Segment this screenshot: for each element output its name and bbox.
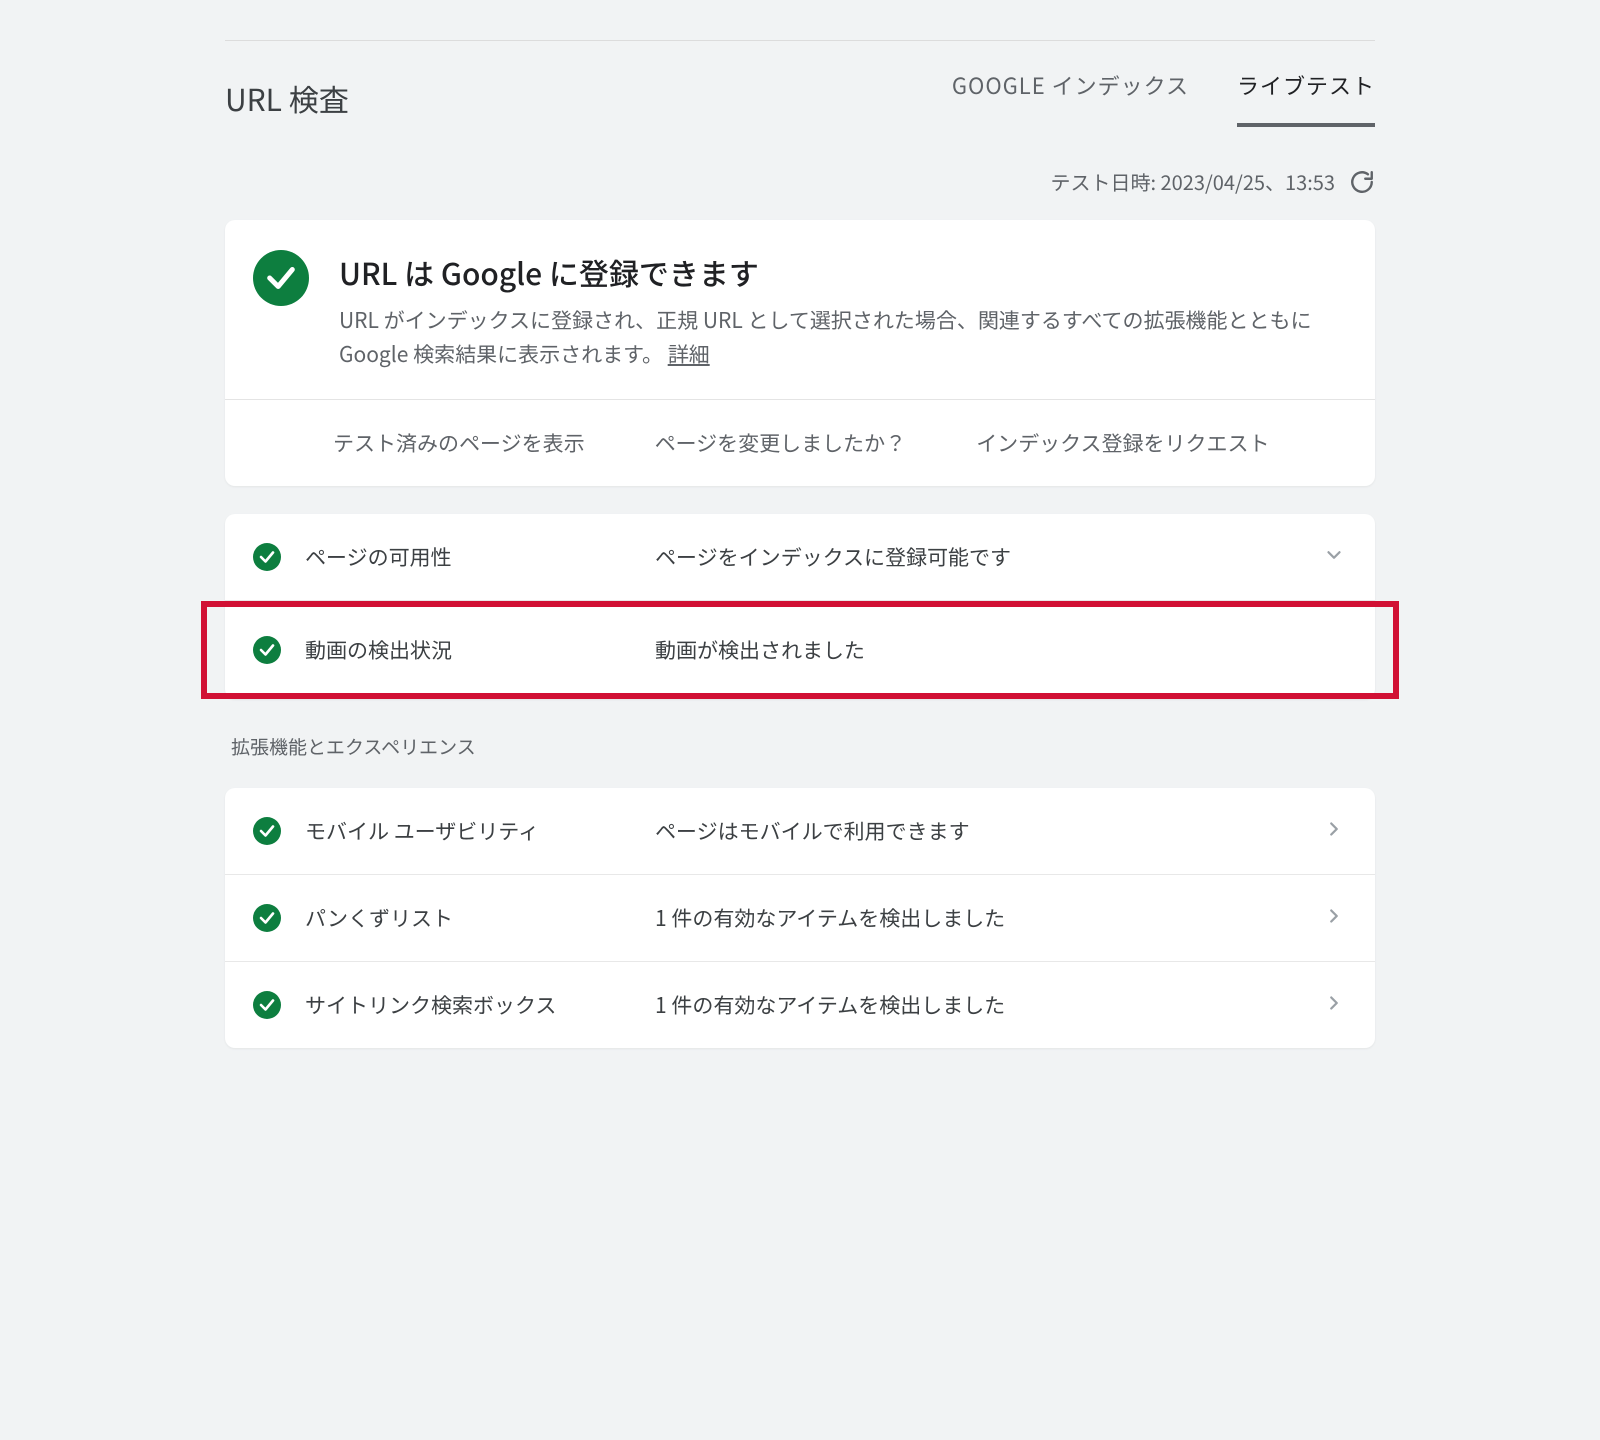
page-title: URL 検査 [225, 76, 349, 120]
row-label: 動画の検出状況 [305, 635, 655, 665]
row-label: ページの可用性 [305, 542, 655, 572]
row-video-detection[interactable]: 動画の検出状況 動画が検出されました [225, 607, 1375, 693]
main-status-description: URL がインデックスに登録され、正規 URL として選択された場合、関連するす… [339, 304, 1339, 371]
row-label: パンくずリスト [305, 903, 655, 933]
chevron-down-icon [1323, 544, 1347, 571]
tab-live-test[interactable]: ライブテスト [1237, 69, 1375, 127]
status-ok-icon [253, 250, 309, 306]
chevron-right-icon [1323, 818, 1347, 845]
page-changed-button[interactable]: ページを変更しましたか？ [655, 428, 907, 458]
header-bar: URL 検査 GOOGLE インデックス ライブテスト [225, 41, 1375, 127]
check-icon [253, 543, 281, 571]
row-label: サイトリンク検索ボックス [305, 990, 655, 1020]
detail-link[interactable]: 詳細 [668, 339, 710, 369]
check-icon [253, 904, 281, 932]
row-status: 1 件の有効なアイテムを検出しました [655, 990, 1323, 1020]
main-actions: テスト済みのページを表示 ページを変更しましたか？ インデックス登録をリクエスト [225, 399, 1375, 486]
availability-section: ページの可用性 ページをインデックスに登録可能です 動画の検出状況 動画が検出さ… [225, 514, 1375, 699]
chevron-right-icon [1323, 992, 1347, 1019]
row-label: モバイル ユーザビリティ [305, 816, 655, 846]
row-status: 1 件の有効なアイテムを検出しました [655, 903, 1323, 933]
tabs: GOOGLE インデックス ライブテスト [952, 69, 1375, 127]
view-tested-page-button[interactable]: テスト済みのページを表示 [333, 428, 585, 458]
tab-google-index[interactable]: GOOGLE インデックス [952, 69, 1189, 123]
row-mobile-usability[interactable]: モバイル ユーザビリティ ページはモバイルで利用できます [225, 788, 1375, 875]
highlighted-row-wrapper: 動画の検出状況 動画が検出されました [201, 601, 1399, 699]
row-status: 動画が検出されました [655, 635, 1323, 665]
chevron-right-icon [1323, 905, 1347, 932]
check-icon [253, 636, 281, 664]
ext-section-heading: 拡張機能とエクスペリエンス [231, 733, 1375, 760]
refresh-icon[interactable] [1349, 169, 1375, 195]
test-time-label: テスト日時: 2023/04/25、13:53 [1051, 167, 1335, 196]
request-indexing-button[interactable]: インデックス登録をリクエスト [976, 428, 1269, 458]
ext-section: モバイル ユーザビリティ ページはモバイルで利用できます パンくずリスト 1 件… [225, 788, 1375, 1048]
test-time-row: テスト日時: 2023/04/25、13:53 [225, 167, 1375, 196]
check-icon [253, 817, 281, 845]
main-status-card: URL は Google に登録できます URL がインデックスに登録され、正規… [225, 220, 1375, 486]
check-icon [253, 991, 281, 1019]
main-status-title: URL は Google に登録できます [339, 250, 1339, 294]
row-page-availability[interactable]: ページの可用性 ページをインデックスに登録可能です [225, 514, 1375, 601]
row-breadcrumb[interactable]: パンくずリスト 1 件の有効なアイテムを検出しました [225, 875, 1375, 962]
row-sitelinks-searchbox[interactable]: サイトリンク検索ボックス 1 件の有効なアイテムを検出しました [225, 962, 1375, 1048]
row-status: ページをインデックスに登録可能です [655, 542, 1323, 572]
row-status: ページはモバイルで利用できます [655, 816, 1323, 846]
